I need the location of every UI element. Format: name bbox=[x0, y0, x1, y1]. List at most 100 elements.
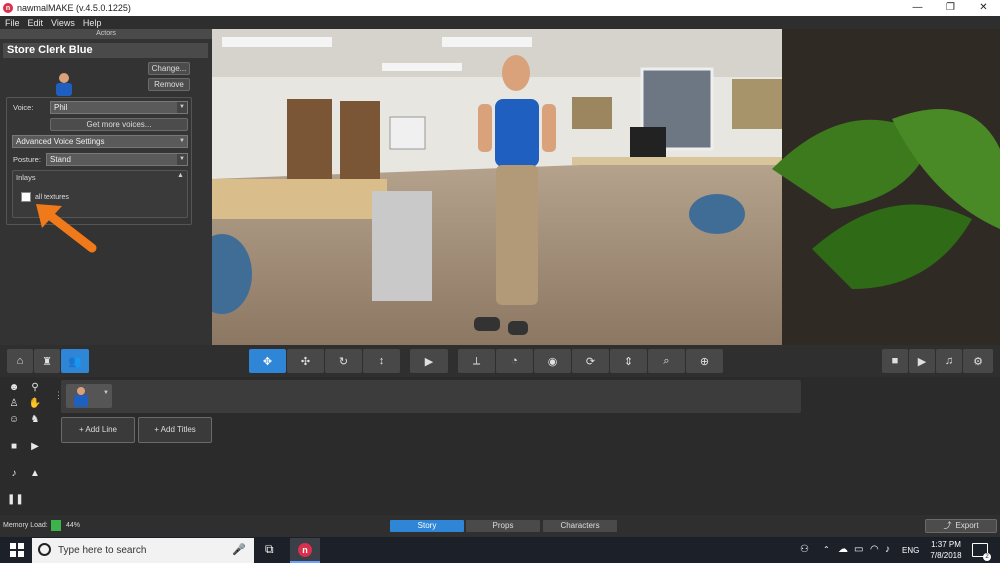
add-line-button[interactable]: + Add Line bbox=[61, 417, 135, 443]
menu-file[interactable]: File bbox=[5, 18, 20, 28]
battery-icon[interactable]: ▭ bbox=[854, 544, 863, 555]
taskbar-search[interactable]: Type here to search 🎤 bbox=[32, 538, 254, 563]
scene-viewport[interactable] bbox=[212, 29, 1000, 345]
inlays-label: Inlays bbox=[16, 173, 36, 182]
tab-props[interactable]: Props bbox=[466, 520, 540, 532]
zoom-fit-button[interactable]: ⊕ bbox=[686, 349, 723, 373]
orange-arrow-icon bbox=[36, 204, 97, 253]
scene-icon[interactable]: ▲ bbox=[28, 468, 42, 480]
rotate-icon: ↻ bbox=[338, 355, 349, 368]
gesture-icon[interactable]: ✋ bbox=[28, 398, 42, 410]
all-textures-checkbox[interactable] bbox=[21, 192, 31, 202]
move-icon: ✥ bbox=[262, 355, 273, 368]
advanced-voice-settings[interactable]: Advanced Voice Settings ▼ bbox=[12, 135, 188, 148]
posture-select[interactable]: Stand ▼ bbox=[46, 153, 188, 166]
actor-avatar[interactable] bbox=[51, 70, 77, 96]
minimize-button[interactable]: — bbox=[901, 0, 934, 16]
language-indicator[interactable]: ENG bbox=[902, 546, 919, 555]
search-placeholder: Type here to search bbox=[58, 545, 147, 556]
export-button[interactable]: ⤴ Export bbox=[925, 519, 997, 533]
drag-handle-icon[interactable]: ⋮ bbox=[54, 390, 63, 401]
reset-button[interactable]: ⟳ bbox=[572, 349, 609, 373]
camera-button[interactable]: ■ bbox=[882, 349, 908, 373]
pan-icon: ✣ bbox=[300, 355, 311, 368]
tab-characters[interactable]: Characters bbox=[543, 520, 617, 532]
menu-edit[interactable]: Edit bbox=[28, 18, 44, 28]
video-button[interactable]: ▶ bbox=[909, 349, 935, 373]
chevron-down-icon: ▼ bbox=[177, 154, 187, 165]
menu-help[interactable]: Help bbox=[83, 18, 102, 28]
walk-icon[interactable]: ⚲ bbox=[28, 382, 42, 394]
chevron-up-icon[interactable]: ⌃ bbox=[823, 545, 830, 554]
cortana-icon bbox=[38, 543, 51, 556]
task-view-icon[interactable]: ⧉ bbox=[265, 542, 274, 557]
office-scene-image bbox=[212, 29, 1000, 345]
zoom-fit-icon: ⊕ bbox=[699, 355, 710, 368]
voice-select[interactable]: Phil ▼ bbox=[50, 101, 188, 114]
clock[interactable]: 1:37 PM 7/8/2018 bbox=[926, 539, 966, 561]
home-icon: ⌂ bbox=[16, 355, 24, 367]
windows-start-icon[interactable] bbox=[10, 543, 24, 557]
nawmal-taskbar-button[interactable]: n bbox=[290, 538, 320, 563]
chevron-down-icon: ▼ bbox=[103, 390, 109, 396]
menu-views[interactable]: Views bbox=[51, 18, 75, 28]
wifi-icon[interactable]: ◠ bbox=[870, 544, 879, 555]
memory-indicator bbox=[51, 520, 61, 531]
actor-clip[interactable]: ▼ bbox=[66, 384, 112, 408]
tilt-button[interactable]: ⟂ bbox=[458, 349, 495, 373]
camera-icon: ■ bbox=[891, 355, 899, 367]
chevron-down-icon: ▼ bbox=[177, 102, 187, 113]
video-clip-icon[interactable]: ▶ bbox=[28, 441, 42, 453]
face-icon[interactable]: ☻ bbox=[7, 382, 21, 394]
vertical-button[interactable]: ↕ bbox=[363, 349, 400, 373]
add-titles-button[interactable]: + Add Titles bbox=[138, 417, 212, 443]
export-label: Export bbox=[955, 521, 979, 530]
rotate-button[interactable]: ↻ bbox=[325, 349, 362, 373]
play-icon: ▶ bbox=[424, 355, 434, 368]
pause-icon[interactable]: ❚❚ bbox=[7, 494, 24, 506]
eye-icon: ◉ bbox=[547, 355, 558, 368]
pan-button[interactable]: ✣ bbox=[287, 349, 324, 373]
camera-shot-icon[interactable]: ■ bbox=[7, 441, 21, 453]
move-button[interactable]: ✥ bbox=[249, 349, 286, 373]
view-button[interactable]: ◉ bbox=[534, 349, 571, 373]
actors-button[interactable]: 👥 bbox=[61, 349, 89, 373]
emotion-icon[interactable]: ☺ bbox=[7, 414, 21, 426]
stand-icon[interactable]: ♙ bbox=[7, 398, 21, 410]
home-button[interactable]: ⌂ bbox=[7, 349, 33, 373]
clock-time: 1:37 PM bbox=[931, 540, 961, 549]
zoom-button[interactable]: ⌕ bbox=[648, 349, 685, 373]
music-note-icon[interactable]: ♪ bbox=[7, 468, 21, 480]
sit-icon[interactable]: ♞ bbox=[28, 414, 42, 426]
volume-icon[interactable]: ♪ bbox=[885, 544, 890, 555]
set-button[interactable]: ♜ bbox=[34, 349, 60, 373]
remove-button[interactable]: Remove bbox=[148, 78, 190, 91]
tilt-icon: ⟂ bbox=[472, 354, 481, 367]
window-title: nawmalMAKE (v.4.5.0.1225) bbox=[17, 3, 131, 13]
onedrive-icon[interactable]: ☁ bbox=[838, 544, 848, 555]
close-button[interactable]: ✕ bbox=[967, 0, 1000, 16]
posture-value: Stand bbox=[50, 155, 71, 164]
music-icon: ♫ bbox=[944, 355, 954, 367]
change-button[interactable]: Change... bbox=[148, 62, 190, 75]
menu-bar: File Edit Views Help bbox=[0, 16, 1000, 29]
chevron-up-icon[interactable]: ▲ bbox=[177, 172, 184, 179]
share-icon: ⤴ bbox=[943, 521, 952, 530]
tab-story[interactable]: Story bbox=[390, 520, 464, 532]
scene-settings-button[interactable]: ⚙ bbox=[963, 349, 993, 373]
compress-button[interactable]: ⇕ bbox=[610, 349, 647, 373]
music-button[interactable]: ♫ bbox=[936, 349, 962, 373]
maximize-button[interactable]: ❐ bbox=[934, 0, 967, 16]
angle-button[interactable]: ◔ bbox=[496, 349, 533, 373]
people-tray-icon[interactable]: ⚇ bbox=[800, 544, 809, 555]
play-button[interactable]: ▶ bbox=[410, 349, 448, 373]
compress-icon: ⇕ bbox=[623, 355, 634, 368]
video-icon: ▶ bbox=[917, 355, 927, 368]
get-more-voices-button[interactable]: Get more voices... bbox=[50, 118, 188, 131]
memory-load-label: Memory Load: bbox=[3, 522, 48, 529]
voice-label: Voice: bbox=[13, 103, 34, 112]
vertical-icon: ↕ bbox=[378, 355, 385, 367]
notifications-icon[interactable]: 2 bbox=[972, 543, 991, 561]
memory-value: 44% bbox=[66, 522, 81, 529]
advanced-voice-label: Advanced Voice Settings bbox=[16, 137, 105, 146]
